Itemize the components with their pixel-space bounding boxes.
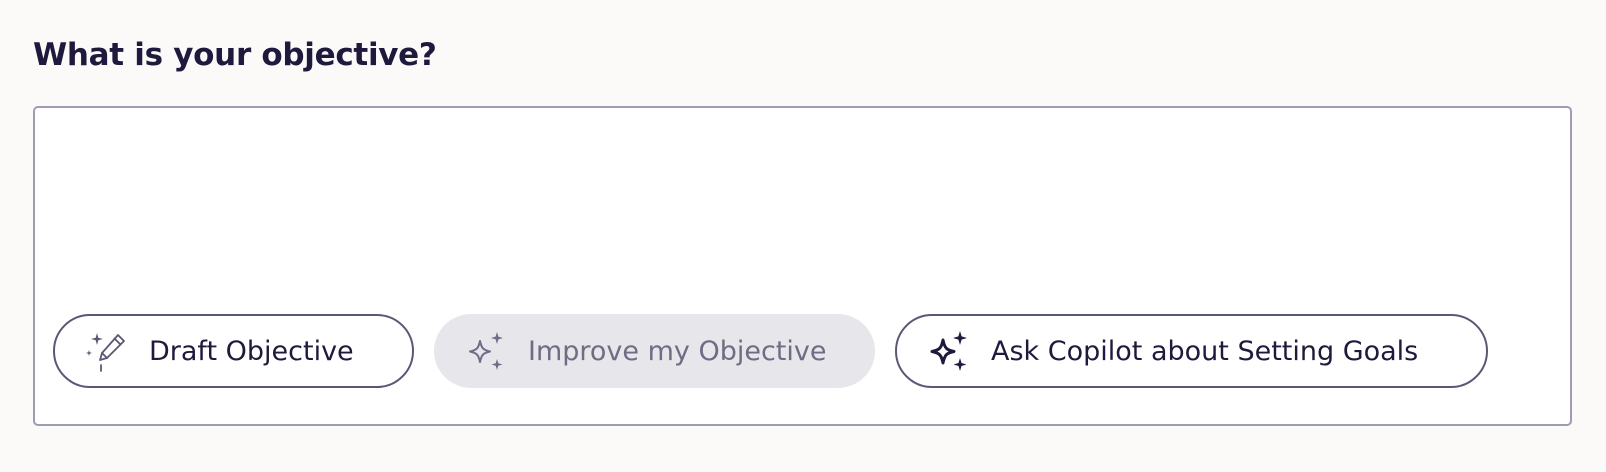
objective-actions: Draft Objective Improve my Objective Ask… (53, 314, 1488, 388)
objective-input[interactable] (53, 122, 1557, 296)
improve-objective-button[interactable]: Improve my Objective (434, 314, 875, 388)
improve-objective-label: Improve my Objective (528, 335, 827, 367)
sparkles-icon (464, 329, 508, 373)
objective-question-label: What is your objective? (33, 37, 437, 73)
objective-editor[interactable]: Draft Objective Improve my Objective Ask… (33, 106, 1572, 426)
sparkles-icon (927, 329, 971, 373)
draft-objective-label: Draft Objective (149, 335, 354, 367)
ask-copilot-label: Ask Copilot about Setting Goals (991, 335, 1419, 367)
ask-copilot-button[interactable]: Ask Copilot about Setting Goals (895, 314, 1488, 388)
draft-objective-button[interactable]: Draft Objective (53, 314, 414, 388)
sparkle-pencil-icon (85, 329, 129, 373)
